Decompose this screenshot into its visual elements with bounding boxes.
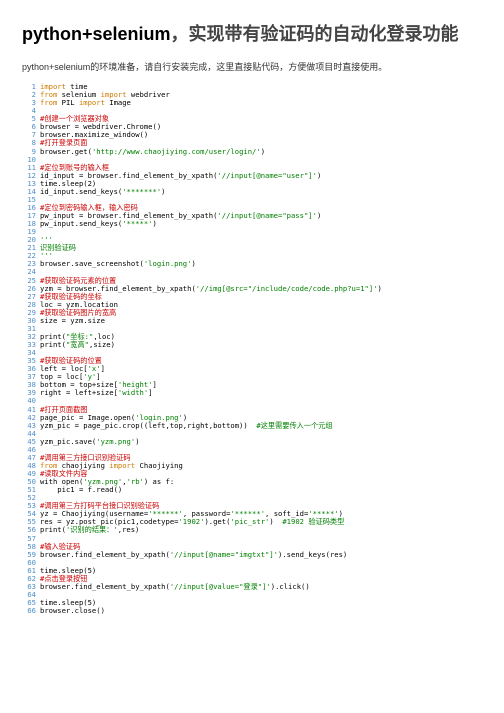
code-line: 39right = left+size['width'] [22, 389, 482, 397]
code-line: 63browser.find_element_by_xpath('//input… [22, 583, 482, 591]
code-line: 57 [22, 535, 482, 543]
line-content: yzm_pic = page_pic.crop((left,top,right,… [40, 422, 333, 430]
line-content: browser.find_element_by_xpath('//input[@… [40, 583, 310, 591]
code-line: 51 pic1 = f.read() [22, 486, 482, 494]
code-line: 33print("宽高",size) [22, 341, 482, 349]
line-content: browser.save_screenshot('login.png') [40, 260, 196, 268]
code-line: 21识别验证码 [22, 244, 482, 252]
code-line: 30size = yzm.size [22, 317, 482, 325]
code-line: 40 [22, 397, 482, 405]
line-content: browser.close() [40, 607, 105, 615]
code-line: 19 [22, 228, 482, 236]
code-line: 3from PIL import Image [22, 99, 482, 107]
title-part2: ，实现带有验证码的自动化登录功能 [171, 24, 459, 44]
line-content: browser.get('http://www.chaojiying.com/u… [40, 148, 265, 156]
page-title: python+selenium，实现带有验证码的自动化登录功能 [22, 20, 482, 46]
line-content: size = yzm.size [40, 317, 105, 325]
code-line: 48from chaojiying import Chaojiying [22, 462, 482, 470]
line-content: id_input.send_keys('*******') [40, 188, 166, 196]
code-line: 20''' [22, 236, 482, 244]
code-line: 18pw_input.send_keys('*****') [22, 220, 482, 228]
line-content: print('识别的结果：',res) [40, 526, 139, 534]
intro-text: python+selenium的环境准备，请自行安装完成，这里直接贴代码，方便做… [22, 60, 482, 73]
line-content: right = left+size['width'] [40, 389, 153, 397]
code-line: 7browser.maximize_window() [22, 131, 482, 139]
line-content: pw_input.send_keys('*****') [40, 220, 157, 228]
line-content: yzm_pic.save('yzm.png') [40, 438, 140, 446]
code-line: 45yzm_pic.save('yzm.png') [22, 438, 482, 446]
code-line: 14id_input.send_keys('*******') [22, 188, 482, 196]
line-content: browser.find_element_by_xpath('//input[@… [40, 551, 347, 559]
title-part1: python+selenium [22, 24, 171, 44]
code-line: 66 browser.close() [22, 607, 482, 615]
code-block: 1import time2from selenium import webdri… [22, 83, 482, 615]
line-content: print("宽高",size) [40, 341, 115, 349]
code-line: 61time.sleep(5) [22, 567, 482, 575]
line-content: pic1 = f.read() [40, 486, 122, 494]
code-line: 9browser.get('http://www.chaojiying.com/… [22, 148, 482, 156]
code-line: 43yzm_pic = page_pic.crop((left,top,righ… [22, 422, 482, 430]
code-line: 56print('识别的结果：',res) [22, 526, 482, 534]
line-number: 66 [22, 607, 36, 615]
code-line: 23browser.save_screenshot('login.png') [22, 260, 482, 268]
line-content: from PIL import Image [40, 99, 131, 107]
code-line: 59browser.find_element_by_xpath('//input… [22, 551, 482, 559]
